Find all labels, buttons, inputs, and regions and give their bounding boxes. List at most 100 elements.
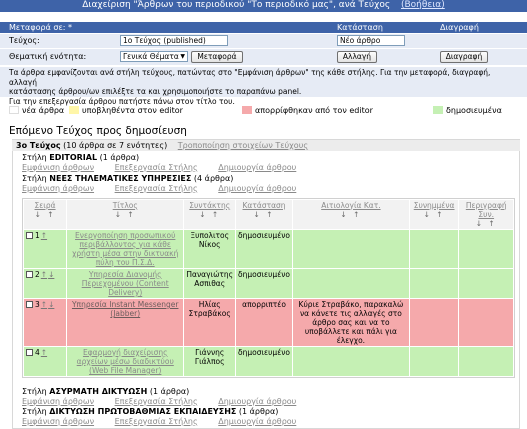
row-checkbox[interactable]: [26, 301, 33, 308]
table-row: 3↑↓ Υπηρεσία Instant Messenger (Jabber) …: [22, 298, 514, 347]
header-evaluation[interactable]: Αιτιολογία Κατ. ↓ ↑: [292, 199, 410, 230]
legend-swatch-new: [9, 106, 19, 114]
row-attachments: [408, 346, 460, 377]
create-article-link[interactable]: Δημιουργία άρθρου: [218, 397, 296, 406]
move-down-icon[interactable]: ↓: [48, 300, 54, 309]
table-row: 4↑ Εφαρμογή διαχείρισης αρχείων μέσω δια…: [22, 346, 514, 377]
section-select[interactable]: Γενικά Θέματα ▼: [120, 51, 188, 62]
sort-arrows-icon[interactable]: ↓ ↑: [199, 210, 220, 219]
legend-label: δημοσιευμένα: [446, 106, 502, 115]
row-checkbox[interactable]: [26, 349, 33, 356]
create-article-link[interactable]: Δημιουργία άρθρου: [218, 163, 296, 172]
row-status: απορριπτέο: [235, 298, 294, 347]
edit-column-link[interactable]: Επεξεργασία Στήλης: [115, 163, 198, 172]
status-select-value: Νέο άρθρο: [340, 36, 381, 45]
control-panel-header: Μεταφορά σε: * Κατάσταση Διαγραφή: [0, 22, 527, 33]
change-status-button[interactable]: Αλλαγή: [337, 51, 377, 63]
issue-header: 3ο Τεύχος (10 άρθρα σε 7 ενότητες) Τροπο…: [12, 140, 520, 151]
column-prefix: Στήλη: [22, 387, 47, 396]
column-prefix: Στήλη: [22, 407, 47, 416]
issue-select[interactable]: 1ο Τεύχος (published): [120, 35, 228, 46]
help-link[interactable]: (Βοήθεια): [401, 0, 445, 10]
legend-swatch-published: [433, 106, 443, 114]
table-header-row: Σειρά ↓ ↑ Τίτλος ↓ ↑ Συντάκτης ↓ ↑ Κατάστασ…: [22, 199, 514, 230]
row-attachment-desc: [458, 346, 514, 377]
row-author: Ηλίας Στραβάκος: [183, 298, 237, 347]
header-status[interactable]: Κατάσταση ↓ ↑: [235, 199, 294, 230]
move-up-icon[interactable]: ↑: [41, 270, 47, 279]
header-attachment-desc[interactable]: Περιγραφή Συν. ↓ ↑: [458, 199, 514, 230]
header-order[interactable]: Σειρά ↓ ↑: [22, 199, 68, 230]
issue-row: Τεύχος: 1ο Τεύχος (published) Νέο άρθρο: [0, 34, 527, 48]
legend-swatch-submitted: [69, 106, 79, 114]
row-checkbox[interactable]: [26, 271, 33, 278]
row-evaluation: [292, 229, 410, 269]
header-author[interactable]: Συντάκτης ↓ ↑: [183, 199, 237, 230]
row-attachments: [408, 229, 460, 269]
edit-column-link[interactable]: Επεξεργασία Στήλης: [115, 184, 198, 193]
delete-button[interactable]: Διαγραφή: [440, 51, 488, 63]
row-status: δημοσιευμένο: [235, 268, 294, 299]
status-select[interactable]: Νέο άρθρο: [337, 35, 405, 46]
article-title-link[interactable]: Υπηρεσία Instant Messenger (Jabber): [69, 300, 181, 318]
row-author: Γιάννης Γιάλπος: [183, 346, 237, 377]
article-title-link[interactable]: Εφαρμογή διαχείρισης αρχείων μέσω διαδικ…: [69, 348, 181, 375]
chevron-down-icon: ▼: [180, 53, 185, 60]
column-new-services: Στήλη ΝΕΕΣ ΤΗΛΕΜΑΤΙΚΕΣ ΥΠΗΡΕΣΙΕΣ (4 άρθρ…: [22, 174, 314, 194]
issue-select-value: 1ο Τεύχος (published): [123, 36, 206, 45]
section-select-value: Γενικά Θέματα: [123, 52, 179, 61]
page-header: Διαχείριση "Άρθρων του περιοδικού "Το πε…: [0, 0, 527, 12]
column-name: ΔΙΚΤΥΩΣΗ ΠΡΩΤΟΒΑΘΜΙΑΣ ΕΚΠΑΙΔΕΥΣΗΣ: [49, 407, 237, 416]
sort-arrows-icon[interactable]: ↓ ↑: [476, 219, 497, 228]
column-name: ΑΣΥΡΜΑΤΗ ΔΙΚΤΥΩΣΗ: [49, 387, 148, 396]
section-row: Θεματική ενότητα: Γενικά Θέματα ▼ Μεταφο…: [0, 49, 527, 65]
sort-arrows-icon[interactable]: ↓ ↑: [254, 210, 275, 219]
sort-arrows-icon[interactable]: ↓ ↑: [424, 210, 445, 219]
column-count: (1 άρθρα): [238, 407, 279, 416]
move-up-icon[interactable]: ↑: [41, 300, 47, 309]
column-wireless: Στήλη ΑΣΥΡΜΑΤΗ ΔΙΚΤΥΩΣΗ (1 άρθρα) Εμφάνι…: [22, 387, 314, 407]
sort-arrows-icon[interactable]: ↓ ↑: [115, 210, 136, 219]
edit-column-link[interactable]: Επεξεργασία Στήλης: [115, 417, 198, 426]
column-primary-education: Στήλη ΔΙΚΤΥΩΣΗ ΠΡΩΤΟΒΑΘΜΙΑΣ ΕΚΠΑΙΔΕΥΣΗΣ …: [22, 407, 314, 427]
legend-rejected: απορρίφθηκαν από τον editor: [242, 106, 373, 116]
row-author: Παναγιώτης Ασπιθας: [183, 268, 237, 299]
header-attachments[interactable]: Συνημμένα ↓ ↑: [408, 199, 460, 230]
row-attachments: [408, 298, 460, 347]
legend-label: απορρίφθηκαν από τον editor: [255, 106, 373, 115]
article-title-link[interactable]: Υπηρεσία Διανομής Περιεχομένου (Content …: [69, 270, 181, 297]
row-attachment-desc: [458, 229, 514, 269]
table-row: 1↑ Ενεργοποίηση προσωπικού περιβάλλοντος…: [22, 229, 514, 269]
column-name: EDITORIAL: [49, 153, 98, 162]
article-title-link[interactable]: Ενεργοποίηση προσωπικού περιβάλλοντος γι…: [69, 231, 181, 267]
legend-submitted: υποβληθέντα στον editor: [69, 106, 183, 116]
show-articles-link[interactable]: Εμφάνιση άρθρων: [22, 184, 94, 193]
column-count: (1 άρθρα): [99, 153, 140, 162]
show-articles-link[interactable]: Εμφάνιση άρθρων: [22, 163, 94, 172]
row-evaluation: Κύριε Στραβάκο, παρακαλώ να κάνετε τις α…: [292, 298, 410, 347]
status-heading: Κατάσταση: [337, 23, 383, 32]
move-up-icon[interactable]: ↑: [41, 231, 47, 240]
next-issue-title: Επόμενο Τεύχος προς δημοσίευση: [9, 125, 187, 137]
column-editorial: Στήλη EDITORIAL (1 άρθρα) Εμφάνιση άρθρω…: [22, 153, 314, 173]
show-articles-link[interactable]: Εμφάνιση άρθρων: [22, 417, 94, 426]
row-checkbox[interactable]: [26, 232, 33, 239]
row-attachment-desc: [458, 298, 514, 347]
move-button[interactable]: Μεταφορά: [191, 51, 243, 63]
issue-label: Τεύχος:: [9, 36, 40, 45]
show-articles-link[interactable]: Εμφάνιση άρθρων: [22, 397, 94, 406]
column-name: ΝΕΕΣ ΤΗΛΕΜΑΤΙΚΕΣ ΥΠΗΡΕΣΙΕΣ: [49, 174, 192, 183]
move-down-icon[interactable]: ↓: [48, 270, 54, 279]
create-article-link[interactable]: Δημιουργία άρθρου: [218, 184, 296, 193]
column-count: (1 άρθρα): [149, 387, 190, 396]
row-author: Ξυπολιτος Νίκος: [183, 229, 237, 269]
sort-arrows-icon[interactable]: ↓ ↑: [340, 210, 361, 219]
header-title[interactable]: Τίτλος ↓ ↑: [66, 199, 185, 230]
edit-column-link[interactable]: Επεξεργασία Στήλης: [115, 397, 198, 406]
move-up-icon[interactable]: ↑: [41, 348, 47, 357]
row-order: 2: [35, 270, 40, 279]
edit-issue-link[interactable]: Τροποποίηση στοιχείων Τεύχους: [178, 141, 308, 150]
row-attachment-desc: [458, 268, 514, 299]
sort-arrows-icon[interactable]: ↓ ↑: [35, 210, 56, 219]
create-article-link[interactable]: Δημιουργία άρθρου: [218, 417, 296, 426]
